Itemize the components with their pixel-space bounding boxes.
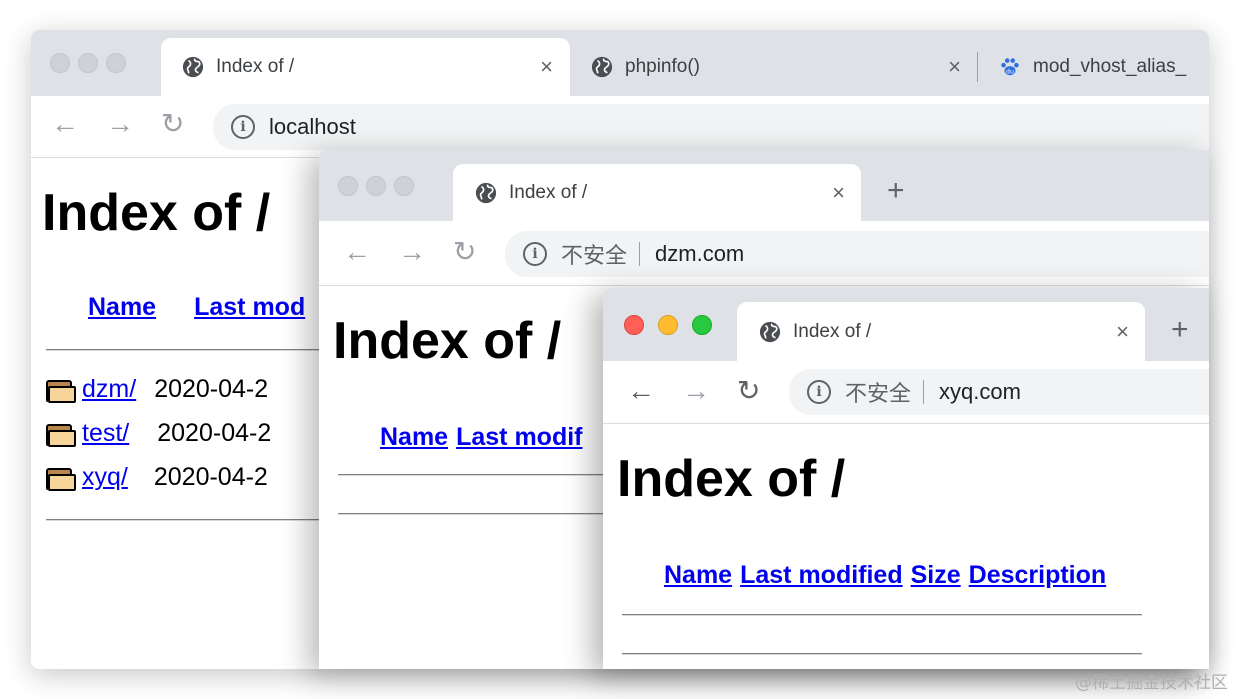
sort-by-name-link[interactable]: Name — [380, 423, 448, 452]
close-tab-button[interactable]: × — [1116, 319, 1129, 345]
tab-title: Index of / — [793, 320, 872, 342]
separator — [923, 380, 925, 404]
window-controls — [31, 30, 126, 96]
forward-arrow-icon[interactable]: → — [106, 110, 134, 138]
info-icon[interactable]: i — [807, 380, 831, 404]
back-arrow-icon[interactable]: ← — [343, 238, 371, 266]
info-icon[interactable]: i — [231, 115, 255, 139]
browser-window-xyq: Index of / × + ← → ↻ i 不安全 xyq.com Index… — [603, 288, 1209, 669]
folder-icon — [46, 465, 76, 491]
entry-modified: 2020-04-2 — [153, 463, 268, 491]
minimize-window-button[interactable] — [658, 314, 678, 335]
security-label: 不安全 — [845, 381, 912, 406]
tab-title: Index of / — [509, 181, 588, 203]
tab-phpinfo[interactable]: phpinfo() × — [579, 38, 979, 96]
sort-by-description-link[interactable]: Description — [969, 561, 1107, 590]
security-label: 不安全 — [561, 243, 628, 268]
page-title: Index of / — [333, 312, 562, 370]
sort-by-name-link[interactable]: Name — [664, 561, 732, 590]
browser-toolbar: ← → ↻ i 不安全 xyq.com — [603, 361, 1209, 424]
globe-icon — [591, 56, 613, 78]
listing-row: xyq/ 2020-04-2 — [46, 463, 268, 492]
divider — [46, 349, 346, 351]
window-controls — [319, 150, 414, 221]
tab-strip: Index of / × + — [319, 150, 1209, 221]
entry-modified: 2020-04-2 — [154, 375, 269, 403]
minimize-window-button[interactable] — [366, 175, 386, 196]
sort-by-size-link[interactable]: Size — [911, 561, 961, 590]
forward-arrow-icon[interactable]: → — [398, 238, 426, 266]
back-arrow-icon[interactable]: ← — [51, 110, 79, 138]
entry-link[interactable]: xyq/ — [82, 463, 128, 492]
url-text: dzm.com — [655, 241, 745, 266]
watermark: @稀土掘金技术社区 — [1075, 673, 1228, 693]
close-window-button[interactable] — [50, 53, 70, 73]
new-tab-button[interactable]: + — [887, 176, 905, 206]
folder-icon — [46, 421, 76, 447]
listing-row: dzm/ 2020-04-2 — [46, 375, 268, 404]
forward-arrow-icon[interactable]: → — [682, 377, 710, 405]
tab-separator — [977, 52, 978, 82]
close-window-button[interactable] — [624, 314, 644, 335]
tab-title: mod_vhost_alias_ — [1033, 56, 1187, 77]
new-tab-button[interactable]: + — [1171, 315, 1189, 345]
tab-index-of-root[interactable]: Index of / × — [737, 302, 1145, 361]
listing-row: test/ 2020-04-2 — [46, 419, 271, 448]
separator — [639, 242, 641, 266]
entry-modified: 2020-04-2 — [157, 419, 272, 447]
url-text: localhost — [269, 114, 356, 139]
sort-by-last-modified-link[interactable]: Last modif — [456, 423, 582, 452]
tab-strip: Index of / × + — [603, 288, 1209, 361]
tab-title: phpinfo() — [625, 56, 700, 77]
column-headers: Name Last modif — [380, 423, 583, 452]
page-content: Index of / Name Last modified Size Descr… — [603, 423, 1209, 669]
close-window-button[interactable] — [338, 175, 358, 196]
divider — [338, 474, 618, 476]
sort-by-last-modified-link[interactable]: Last mod — [194, 293, 305, 322]
tab-strip: Index of / × phpinfo() × mod_vhost_alias… — [31, 30, 1209, 96]
globe-icon — [182, 56, 204, 78]
divider — [622, 653, 1142, 655]
address-bar[interactable]: i localhost — [213, 104, 1209, 150]
address-bar[interactable]: i 不安全 dzm.com — [505, 231, 1209, 277]
tab-title: Index of / — [216, 56, 295, 77]
page-title: Index of / — [42, 184, 271, 242]
info-icon[interactable]: i — [523, 242, 547, 266]
browser-toolbar: ← → ↻ i localhost — [31, 96, 1209, 158]
back-arrow-icon[interactable]: ← — [627, 377, 655, 405]
browser-toolbar: ← → ↻ i 不安全 dzm.com — [319, 221, 1209, 286]
address-bar[interactable]: i 不安全 xyq.com — [789, 369, 1209, 415]
divider — [46, 519, 346, 521]
sort-by-last-modified-link[interactable]: Last modified — [740, 561, 903, 590]
window-controls — [603, 288, 712, 361]
folder-icon — [46, 377, 76, 403]
sort-by-name-link[interactable]: Name — [88, 293, 156, 322]
tab-index-of-root[interactable]: Index of / × — [453, 164, 861, 221]
entry-link[interactable]: test/ — [82, 419, 129, 448]
zoom-window-button[interactable] — [394, 175, 414, 196]
reload-icon[interactable]: ↻ — [161, 110, 184, 138]
column-headers: Name Last mod — [88, 293, 305, 322]
globe-icon — [475, 182, 497, 204]
column-headers: Name Last modified Size Description — [664, 561, 1106, 590]
close-tab-button[interactable]: × — [832, 180, 845, 206]
globe-icon — [759, 321, 781, 343]
entry-link[interactable]: dzm/ — [82, 375, 136, 404]
close-tab-button[interactable]: × — [948, 54, 961, 80]
reload-icon[interactable]: ↻ — [453, 238, 476, 266]
baidu-paw-icon — [999, 56, 1021, 78]
zoom-window-button[interactable] — [692, 314, 712, 335]
page-title: Index of / — [617, 450, 846, 508]
zoom-window-button[interactable] — [106, 53, 126, 73]
url-text: xyq.com — [939, 379, 1021, 404]
close-tab-button[interactable]: × — [540, 54, 553, 80]
tab-mod-vhost-alias[interactable]: mod_vhost_alias_ — [989, 38, 1209, 96]
divider — [338, 513, 618, 515]
minimize-window-button[interactable] — [78, 53, 98, 73]
reload-icon[interactable]: ↻ — [737, 377, 760, 405]
divider — [622, 614, 1142, 616]
tab-index-of-root[interactable]: Index of / × — [161, 38, 570, 96]
